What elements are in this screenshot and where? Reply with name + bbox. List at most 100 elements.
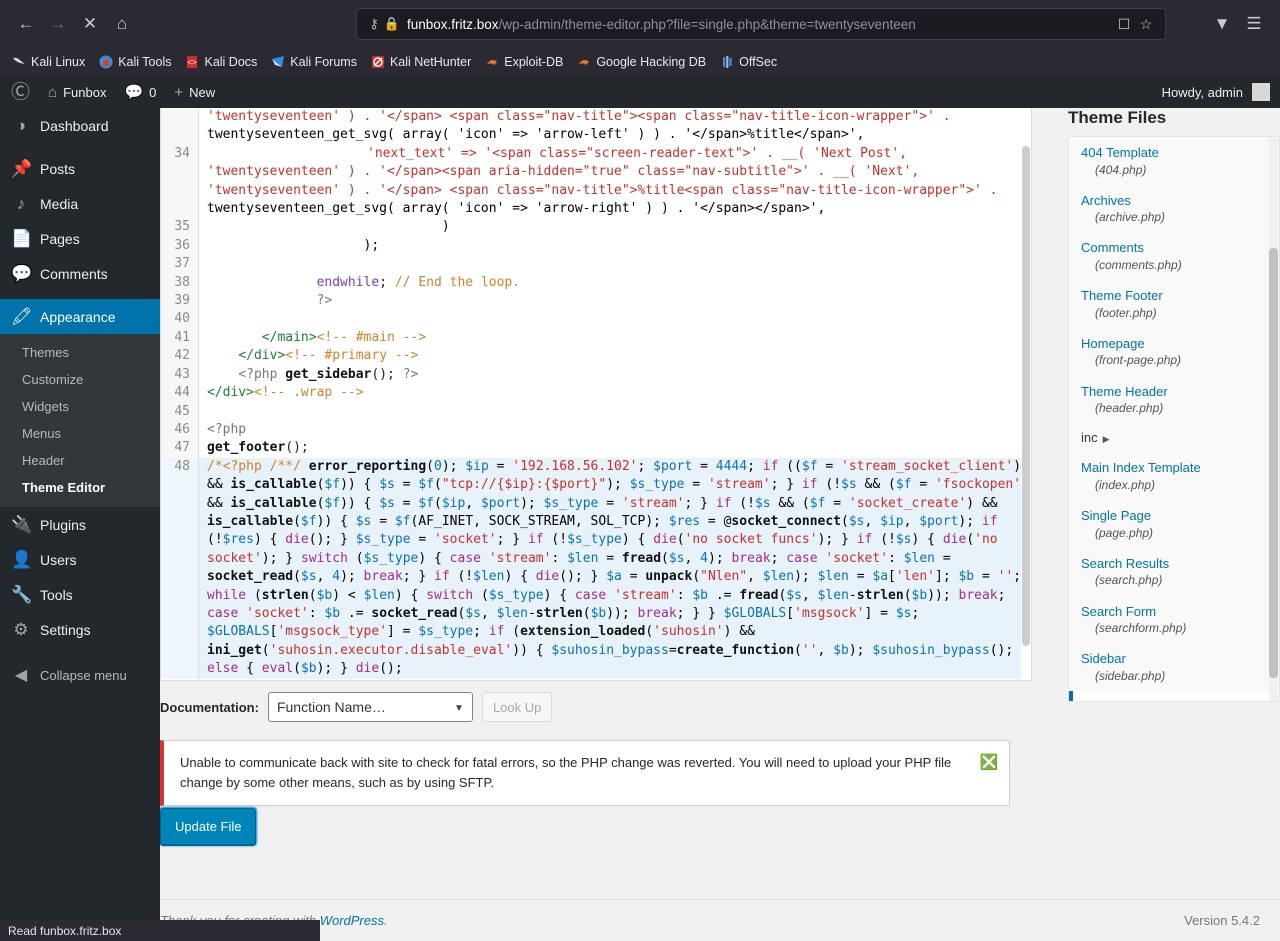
theme-file-path: (footer.php) [1095, 305, 1157, 320]
sidebar-item-plugins[interactable]: 🔌 Plugins [0, 507, 160, 542]
new-label: New [189, 84, 216, 100]
code-text: </main><!-- #main --> [207, 329, 427, 345]
submenu-item-menus[interactable]: Menus [0, 420, 160, 447]
settings-icon: ⚙ [13, 620, 29, 639]
page-icon: 📄 [11, 229, 33, 248]
dismiss-circle-x-icon[interactable]: ❎ [979, 753, 999, 773]
theme-file-single[interactable]: Single Post (single.php) [1069, 691, 1279, 701]
function-name-select[interactable]: Function Name… [267, 692, 473, 722]
theme-file-search[interactable]: Search Results (search.php) [1069, 548, 1279, 596]
insecure-lock-icon[interactable]: 🔒 [383, 16, 401, 32]
sidebar-item-pages[interactable]: 📄 Pages [0, 221, 160, 256]
sidebar-item-users[interactable]: 👤 Users [0, 542, 160, 577]
documentation-label: Documentation: [160, 699, 259, 715]
code-text: twentyseventeen_get_svg( array( 'icon' =… [199, 126, 1031, 144]
new-content-button[interactable]: + New [165, 76, 224, 108]
editor-scrollbar-thumb[interactable] [1022, 146, 1030, 646]
sidebar-item-label: Pages [40, 230, 80, 247]
stop-button[interactable]: ✕ [74, 8, 106, 40]
bookmark-kali-nethunter[interactable]: Kali NetHunter [365, 53, 477, 71]
theme-files-list[interactable]: 404 Template (404.php) Archives (archive… [1068, 136, 1280, 702]
kali-tools-icon [99, 55, 113, 69]
line-number [161, 126, 199, 145]
sidebar-item-settings[interactable]: ⚙ Settings [0, 612, 160, 647]
code-line: 37 [161, 255, 1031, 274]
theme-file-name: Comments [1081, 240, 1144, 256]
forward-button[interactable]: → [42, 8, 74, 40]
code-text: ); [207, 237, 380, 253]
code-line: 'twentyseventeen' ) . '</span><span aria… [161, 163, 1031, 182]
admin-body: ◑ Dashboard 📌 Posts ♪ Media 📄 Pages 💬 Co… [0, 108, 1280, 941]
line-number [161, 181, 199, 201]
submenu-item-theme-editor[interactable]: Theme Editor [0, 474, 160, 501]
url-text: funbox.fritz.box/wp-admin/theme-editor.p… [401, 17, 1113, 32]
theme-file-sidebar[interactable]: Sidebar (sidebar.php) [1069, 643, 1279, 691]
theme-file-comments[interactable]: Comments (comments.php) [1069, 232, 1279, 280]
file-list-scrollbar[interactable] [1269, 138, 1278, 701]
reader-view-icon[interactable]: ☐ [1113, 16, 1135, 33]
sidebar-item-label: Posts [40, 160, 76, 177]
admin-bar-account[interactable]: Howdy, admin [1162, 83, 1278, 101]
wp-logo-button[interactable]: Ⓒ [2, 76, 39, 108]
bookmark-kali-tools[interactable]: Kali Tools [93, 53, 177, 71]
code-editor[interactable]: 'twentyseventeen' ) . '</span> <span cla… [160, 108, 1032, 681]
home-button[interactable]: ⌂ [106, 8, 138, 40]
bookmark-star-icon[interactable]: ☆ [1135, 16, 1157, 33]
bookmark-kali-docs[interactable]: <> Kali Docs [179, 53, 263, 71]
theme-file-archives[interactable]: Archives (archive.php) [1069, 185, 1279, 233]
wordpress-logo-icon: Ⓒ [11, 81, 31, 103]
bookmark-kali-linux[interactable]: Kali Linux [6, 53, 91, 71]
code-token: twentyseventeen_get_svg( array( 'icon' =… [207, 201, 826, 217]
theme-file-header[interactable]: Theme Header (header.php) [1069, 376, 1279, 424]
comments-bubble[interactable]: 💬 0 [115, 76, 165, 108]
theme-file-searchform[interactable]: Search Form (searchform.php) [1069, 596, 1279, 644]
hamburger-menu-icon[interactable]: ☰ [1238, 8, 1270, 40]
bookmark-kali-forums[interactable]: Kali Forums [265, 53, 363, 71]
code-line: 36 ); [161, 236, 1031, 256]
theme-editor-body: 'twentyseventeen' ) . '</span> <span cla… [160, 108, 1280, 941]
submenu-item-header[interactable]: Header [0, 447, 160, 474]
sidebar-item-comments[interactable]: 💬 Comments [0, 256, 160, 291]
address-bar[interactable]: ⚷ 🔒 funbox.fritz.box/wp-admin/theme-edit… [356, 8, 1166, 40]
tracking-protection-icon[interactable]: ⚷ [365, 16, 383, 32]
update-file-button[interactable]: Update File [160, 808, 257, 846]
submenu-item-widgets[interactable]: Widgets [0, 393, 160, 420]
sidebar-item-label: Tools [40, 586, 73, 603]
code-line: twentyseventeen_get_svg( array( 'icon' =… [161, 126, 1031, 145]
bookmark-google-hacking-db[interactable]: Google Hacking DB [571, 53, 712, 71]
code-token: 'twentyseventeen' ) . '</span> <span cla… [207, 109, 951, 124]
sidebar-item-appearance[interactable]: 🖍 Appearance [0, 299, 160, 334]
line-number: 45 [161, 402, 199, 421]
look-up-button[interactable]: Look Up [481, 692, 553, 722]
file-list-scrollbar-thumb[interactable] [1269, 248, 1278, 678]
submenu-item-themes[interactable]: Themes [0, 339, 160, 366]
sidebar-item-posts[interactable]: 📌 Posts [0, 151, 160, 186]
theme-file-homepage[interactable]: Homepage (front-page.php) [1069, 328, 1279, 376]
theme-file-footer[interactable]: Theme Footer (footer.php) [1069, 280, 1279, 328]
sidebar-item-dashboard[interactable]: ◑ Dashboard [0, 108, 160, 143]
wordpress-link[interactable]: WordPress [320, 913, 384, 928]
bookmark-label: Google Hacking DB [596, 55, 707, 69]
bookmark-offsec[interactable]: OffSec [714, 53, 783, 71]
submenu-item-customize[interactable]: Customize [0, 366, 160, 393]
theme-file-404[interactable]: 404 Template (404.php) [1069, 137, 1279, 185]
bookmark-exploit-db[interactable]: Exploit-DB [479, 53, 569, 71]
site-name-button[interactable]: ⌂ Funbox [39, 76, 115, 108]
sidebar-item-label: Settings [40, 621, 91, 638]
theme-folder-inc[interactable]: inc ▶ [1069, 423, 1279, 452]
theme-file-page[interactable]: Single Page (page.php) [1069, 500, 1279, 548]
pocket-icon[interactable]: ▼ [1206, 8, 1238, 40]
code-text: 'next_text' => '<span class="screen-read… [199, 145, 1031, 163]
sidebar-item-media[interactable]: ♪ Media [0, 186, 160, 221]
kali-nethunter-icon [371, 55, 385, 69]
theme-file-index[interactable]: Main Index Template (index.php) [1069, 452, 1279, 500]
code-text: ) [207, 219, 450, 235]
exploit-db-icon [485, 55, 499, 69]
editor-scrollbar[interactable] [1021, 108, 1031, 680]
sidebar-item-tools[interactable]: 🔧 Tools [0, 577, 160, 612]
line-number: 37 [161, 255, 199, 274]
back-button[interactable]: ← [10, 8, 42, 40]
collapse-menu-button[interactable]: ◀ Collapse menu [0, 655, 160, 695]
